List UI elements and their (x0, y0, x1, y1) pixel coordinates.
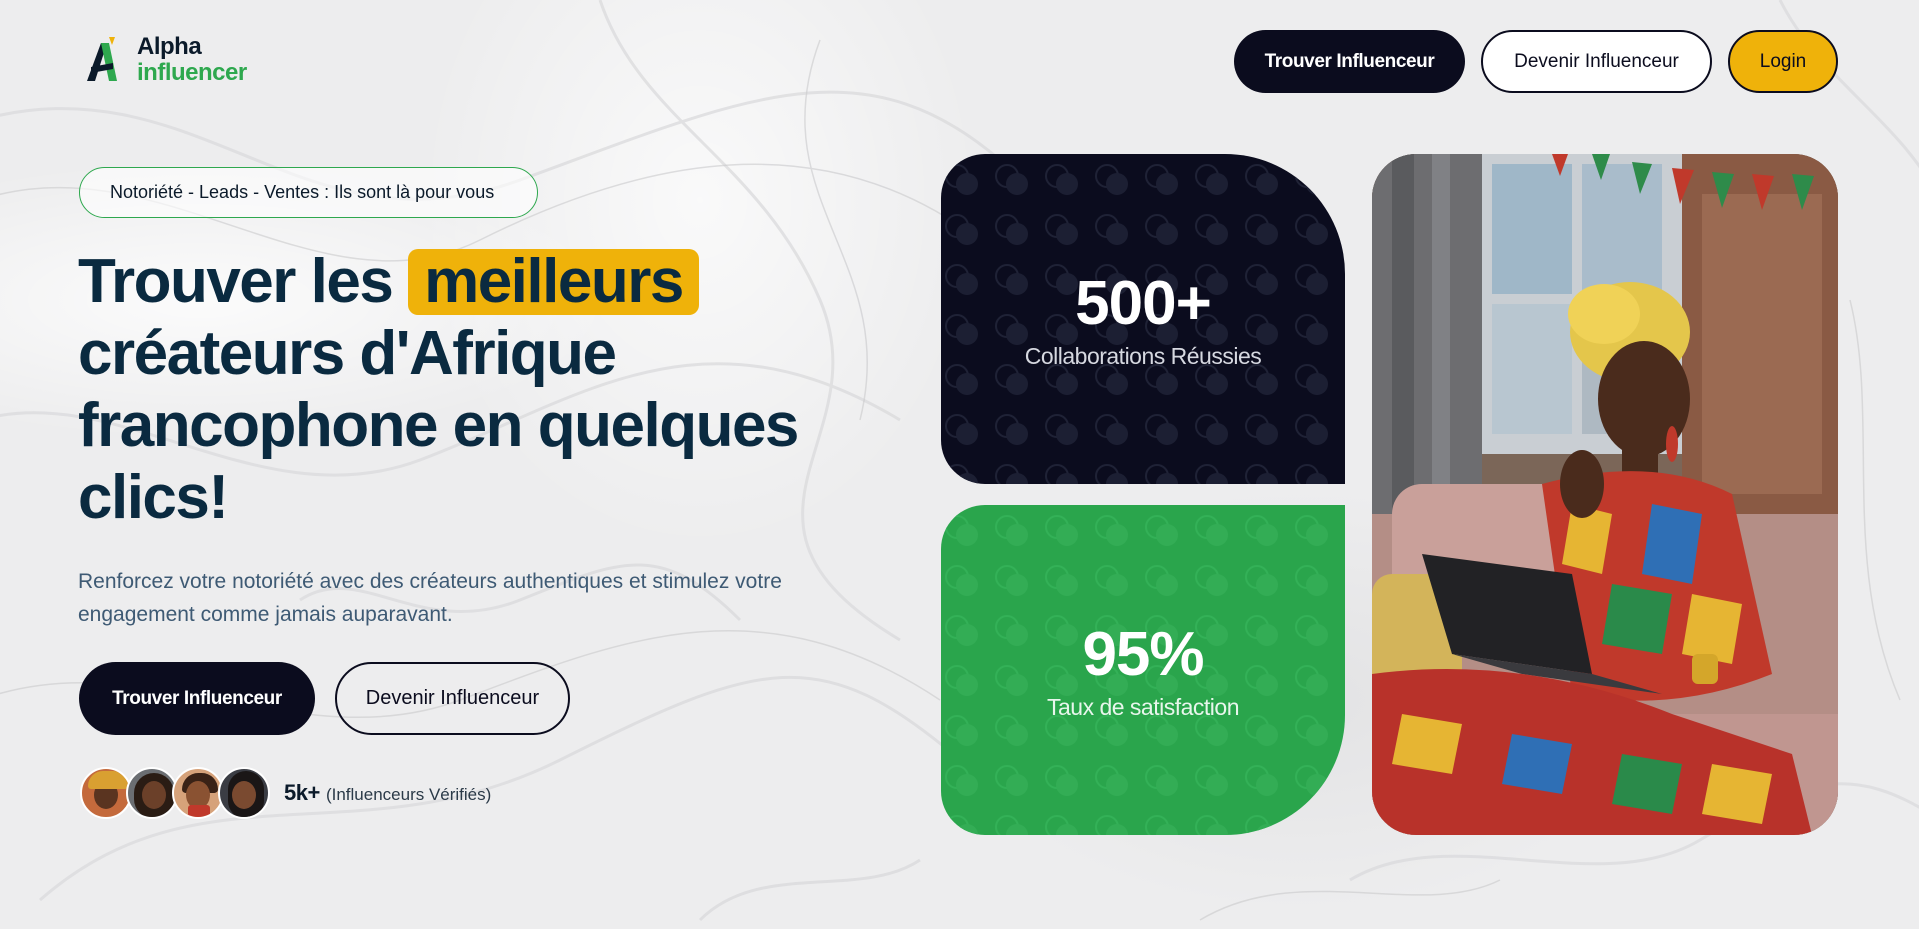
hero-become-influencer-button[interactable]: Devenir Influenceur (335, 662, 570, 735)
login-button[interactable]: Login (1728, 30, 1838, 93)
avatar-2 (126, 767, 178, 819)
stat-card-satisfaction: 95% Taux de satisfaction (941, 505, 1345, 835)
hero-find-influencer-button[interactable]: Trouver Influenceur (79, 662, 315, 735)
avatar-stack (80, 767, 270, 819)
satisfaction-label: Taux de satisfaction (1046, 693, 1240, 720)
tagline-pill: Notoriété - Leads - Ventes : Ils sont là… (79, 167, 538, 218)
influencer-count-value: 5k+ (284, 780, 320, 805)
collab-value: 500+ (1075, 268, 1212, 338)
avatar-3 (172, 767, 224, 819)
hero-photo (1372, 154, 1838, 835)
avatar-4 (218, 767, 270, 819)
logo-icon (87, 37, 117, 81)
headline-part-2: créateurs d'Afrique francophone en quelq… (78, 319, 799, 532)
hero-subtitle: Renforcez votre notoriété avec des créat… (78, 570, 782, 626)
brand-logo[interactable]: Alpha influencer (83, 34, 247, 86)
nav-find-influencer-button[interactable]: Trouver Influenceur (1234, 30, 1465, 93)
logo-text-alpha: Alpha (137, 33, 202, 60)
logo-text-influencer: influencer (137, 59, 247, 86)
influencer-count-label: (Influenceurs Vérifiés) (325, 785, 492, 804)
top-nav: Trouver Influenceur Devenir Influenceur … (1234, 30, 1838, 93)
stat-card-collaborations: 500+ Collaborations Réussies (941, 154, 1345, 484)
influencer-count: 5k+ (Influenceurs Vérifiés) (284, 780, 491, 806)
hero-headline: Trouver les meilleurs créateurs d'Afriqu… (78, 246, 878, 534)
satisfaction-value: 95% (1082, 619, 1204, 689)
nav-become-influencer-button[interactable]: Devenir Influenceur (1481, 30, 1712, 93)
headline-part-1: Trouver les (78, 247, 394, 316)
hero-cta-group: Trouver Influenceur Devenir Influenceur (79, 662, 570, 735)
collab-label: Collaborations Réussies (1024, 342, 1262, 369)
avatar-1 (80, 767, 132, 819)
social-proof: 5k+ (Influenceurs Vérifiés) (80, 767, 491, 819)
headline-highlight: meilleurs (408, 249, 699, 315)
